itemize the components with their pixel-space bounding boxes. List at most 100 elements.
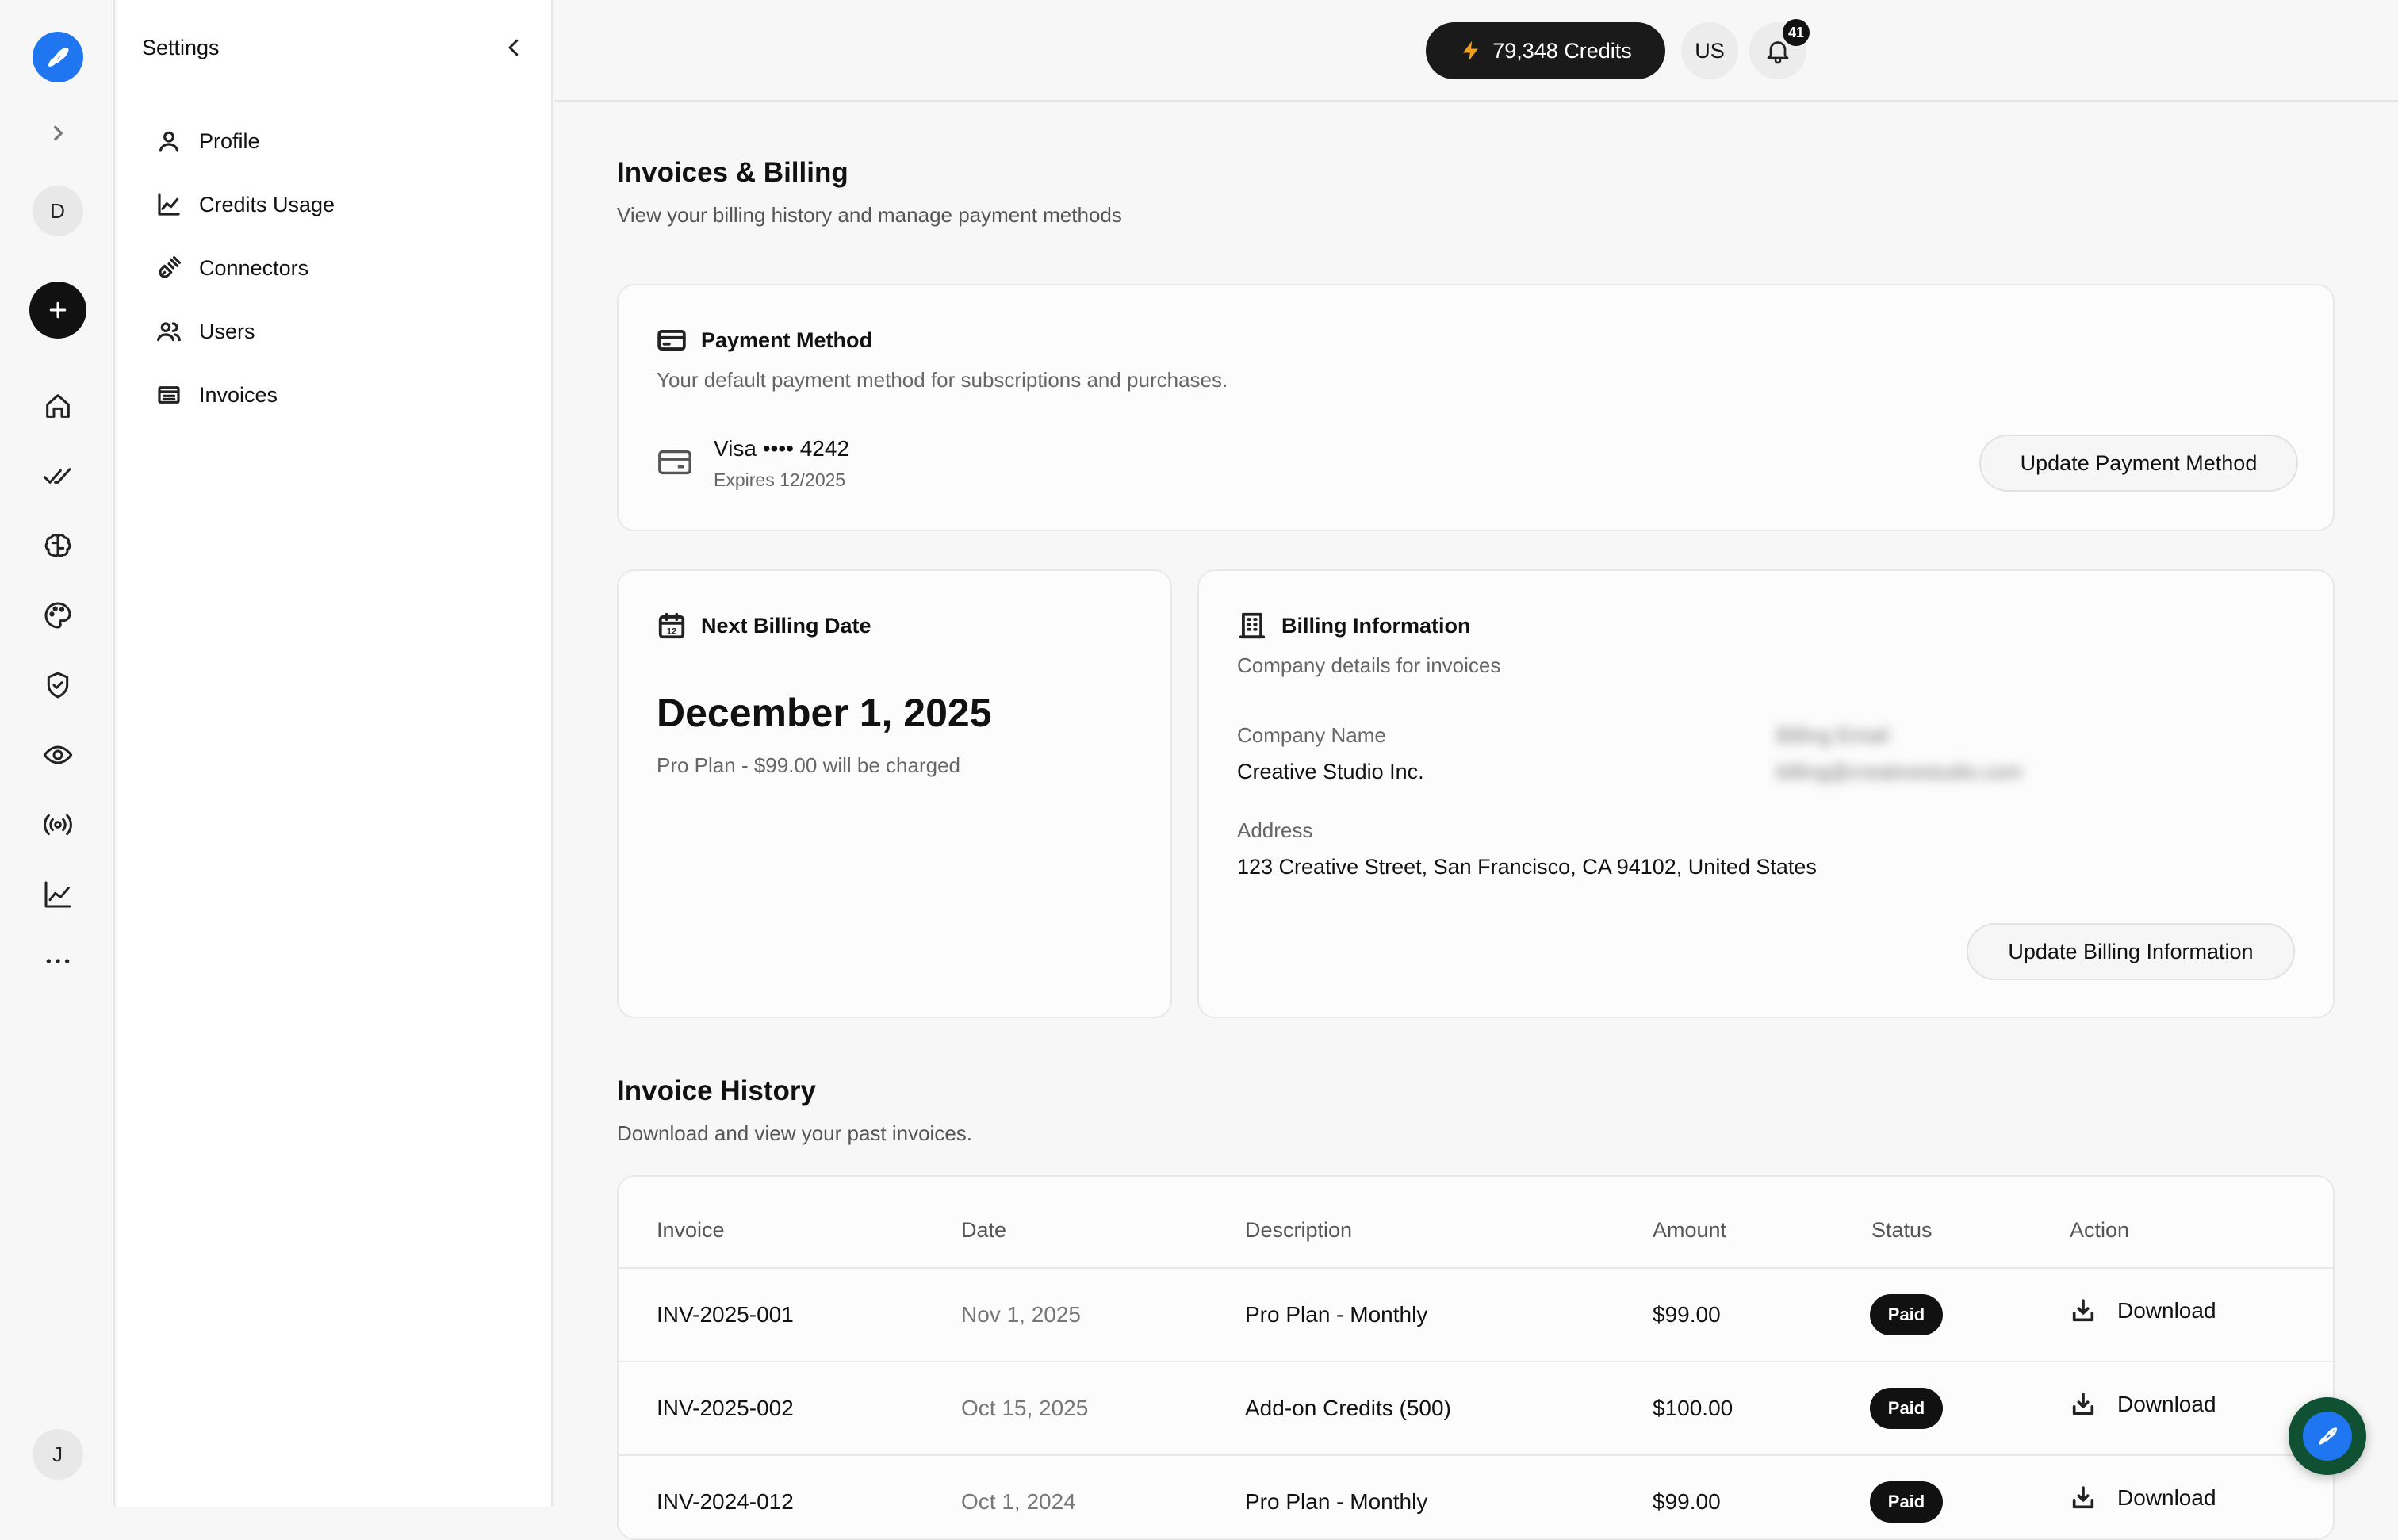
nav-analytics[interactable] — [0, 877, 115, 912]
nav-tasks[interactable] — [0, 458, 115, 493]
icon-rail: D J — [0, 0, 115, 1507]
payment-method-card: Payment Method Your default payment meth… — [617, 284, 2335, 531]
invoice-date: Oct 1, 2024 — [961, 1489, 1076, 1514]
status-badge: Paid — [1870, 1294, 1943, 1335]
user-avatar[interactable]: J — [0, 1429, 115, 1480]
credit-card-icon — [657, 330, 686, 351]
rocket-icon — [2303, 1412, 2352, 1461]
invoice-date: Nov 1, 2025 — [961, 1302, 1081, 1327]
user-icon — [159, 131, 179, 152]
sidebar-item-invoices[interactable]: Invoices — [156, 373, 278, 417]
invoice-history-title: Invoice History — [617, 1075, 816, 1106]
double-check-icon — [43, 468, 71, 484]
invoice-table: Invoice Date Description Amount Status A… — [617, 1175, 2335, 1540]
column-header-status[interactable]: Status — [1871, 1218, 1933, 1243]
billing-email-value: billing@creativestudio.com — [1776, 760, 2022, 783]
sidebar-item-label: Users — [199, 319, 255, 343]
chevron-right-icon — [53, 125, 63, 141]
nav-more[interactable] — [0, 945, 115, 977]
sidebar-item-label: Invoices — [199, 382, 278, 407]
invoice-amount: $99.00 — [1653, 1489, 1721, 1514]
card-icon — [658, 450, 691, 475]
sidebar-item-users[interactable]: Users — [156, 309, 255, 354]
download-label: Download — [2117, 1298, 2216, 1323]
invoice-amount: $99.00 — [1653, 1302, 1721, 1327]
download-button[interactable]: Download — [2070, 1484, 2216, 1511]
next-billing-title: Next Billing Date — [701, 613, 871, 638]
users-icon — [157, 322, 181, 342]
invoice-id: INV-2025-002 — [657, 1396, 794, 1420]
building-icon — [1239, 612, 1266, 639]
sidebar-item-label: Connectors — [199, 255, 309, 280]
column-header-action: Action — [2070, 1218, 2130, 1242]
address-value: 123 Creative Street, San Francisco, CA 9… — [1237, 855, 1817, 879]
calendar-icon: 12 — [658, 612, 685, 639]
broadcast-icon — [43, 814, 72, 836]
sidebar-item-profile[interactable]: Profile — [156, 119, 260, 163]
status-badge: Paid — [1870, 1388, 1943, 1429]
sidebar-item-connectors[interactable]: Connectors — [156, 246, 308, 290]
update-payment-method-button[interactable]: Update Payment Method — [1979, 435, 2298, 492]
plug-icon — [159, 256, 181, 278]
settings-sidebar: Settings Profile Credits Usage Connector… — [117, 0, 553, 1507]
nav-broadcast[interactable] — [0, 807, 115, 842]
settings-title: Settings — [142, 35, 220, 59]
home-icon — [45, 394, 70, 418]
payment-method-title: Payment Method — [701, 328, 873, 352]
user-menu-button[interactable]: US — [1681, 22, 1738, 79]
nav-security[interactable] — [0, 668, 115, 703]
brain-icon — [44, 534, 71, 557]
expand-sidebar-button[interactable] — [0, 119, 115, 147]
download-button[interactable]: Download — [2070, 1297, 2216, 1324]
plus-icon — [29, 282, 86, 339]
page-subtitle: View your billing history and manage pay… — [617, 203, 1122, 227]
sidebar-item-label: Profile — [199, 128, 260, 153]
more-icon — [46, 959, 69, 963]
company-name-label: Company Name — [1237, 723, 1386, 747]
chevron-left-icon[interactable] — [502, 36, 526, 59]
table-row: INV-2025-002 Oct 15, 2025 Add-on Credits… — [619, 1361, 2333, 1454]
invoice-amount: $100.00 — [1653, 1396, 1733, 1420]
new-button[interactable] — [0, 282, 115, 339]
billing-info-subtitle: Company details for invoices — [1237, 653, 1501, 677]
update-billing-information-button[interactable]: Update Billing Information — [1967, 923, 2295, 980]
card-label: Visa •••• 4242 — [714, 436, 850, 461]
eye-icon — [43, 745, 72, 764]
sidebar-item-label: Credits Usage — [199, 192, 335, 216]
download-icon — [2072, 1299, 2094, 1322]
page-title: Invoices & Billing — [617, 157, 848, 188]
line-chart-icon — [44, 881, 71, 908]
nav-design[interactable] — [0, 598, 115, 633]
sidebar-item-credits-usage[interactable]: Credits Usage — [156, 182, 335, 227]
nav-home[interactable] — [0, 389, 115, 423]
column-header-date[interactable]: Date — [961, 1218, 1006, 1243]
workspace-avatar-letter: D — [32, 186, 83, 236]
column-header-invoice[interactable]: Invoice — [657, 1218, 725, 1243]
credits-button[interactable]: 79,348 Credits — [1426, 22, 1665, 79]
column-header-amount[interactable]: Amount — [1653, 1218, 1726, 1243]
invoice-history-subtitle: Download and view your past invoices. — [617, 1121, 973, 1145]
download-button[interactable]: Download — [2070, 1391, 2216, 1418]
table-row: INV-2025-001 Nov 1, 2025 Pro Plan - Mont… — [619, 1267, 2333, 1361]
status-badge: Paid — [1870, 1481, 1943, 1523]
payment-method-subtitle: Your default payment method for subscrip… — [657, 368, 1228, 392]
next-billing-date: December 1, 2025 — [657, 691, 992, 735]
company-name-value: Creative Studio Inc. — [1237, 760, 1424, 783]
lightning-icon — [1463, 40, 1478, 61]
assistant-fab[interactable] — [2289, 1397, 2366, 1475]
column-header-description[interactable]: Description — [1245, 1218, 1352, 1243]
nav-monitor[interactable] — [0, 737, 115, 772]
palette-icon — [44, 602, 71, 629]
next-billing-header: 12 Next Billing Date — [657, 611, 871, 641]
workspace-avatar[interactable]: D — [0, 186, 115, 236]
rocket-logo-icon — [32, 32, 83, 82]
svg-text:12: 12 — [667, 626, 676, 636]
card-expiry: Expires 12/2025 — [714, 469, 846, 490]
invoice-id: INV-2024-012 — [657, 1489, 794, 1514]
download-label: Download — [2117, 1392, 2216, 1416]
next-billing-card: 12 Next Billing Date December 1, 2025 Pr… — [617, 569, 1172, 1018]
app-logo[interactable] — [0, 32, 115, 82]
shield-check-icon — [47, 672, 68, 699]
invoice-date: Oct 15, 2025 — [961, 1396, 1089, 1420]
nav-brain[interactable] — [0, 528, 115, 563]
